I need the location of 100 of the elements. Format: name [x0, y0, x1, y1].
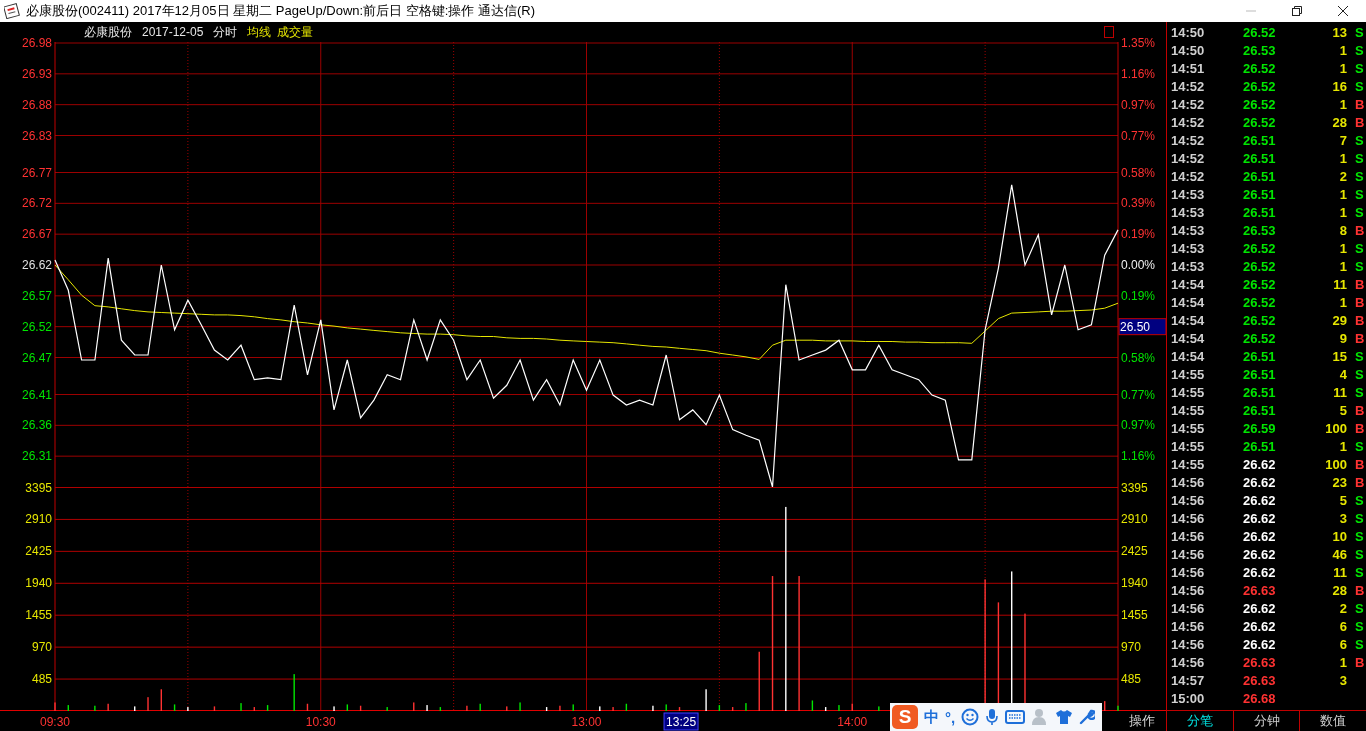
- tick-price: 26.52: [1243, 294, 1277, 310]
- axis-label: 26.67: [21, 227, 52, 242]
- ime-mode-toggle[interactable]: 中: [924, 707, 939, 727]
- tick-side: S: [1354, 258, 1365, 274]
- keyboard-icon[interactable]: [1005, 710, 1026, 724]
- close-icon: [1337, 5, 1349, 17]
- axis-label: 26.52: [21, 319, 52, 334]
- window-title: 必康股份(002411) 2017年12月05日 星期二 PageUp/Down:前后日 空格键:操作 通达信(R): [26, 2, 536, 20]
- axis-label: 1940: [25, 576, 52, 591]
- axis-label: 26.93: [21, 66, 52, 81]
- axis-label: 26.36: [21, 418, 52, 433]
- tick-price: 26.52: [1243, 330, 1277, 346]
- tick-volume: 10: [1331, 528, 1347, 544]
- volume-bar: [545, 707, 548, 711]
- tick-side: B: [1354, 96, 1366, 112]
- tick-side: B: [1354, 420, 1366, 436]
- tick-volume: 23: [1331, 474, 1347, 490]
- tick-side: B: [1354, 402, 1366, 418]
- axis-label: 1.16%: [1121, 449, 1156, 464]
- tick-price: 26.51: [1243, 132, 1277, 148]
- tick-time: 14:56: [1171, 528, 1206, 544]
- tick-side: S: [1354, 168, 1365, 184]
- tick-side: B: [1354, 276, 1366, 292]
- tick-price: 26.52: [1243, 276, 1277, 292]
- tick-volume: 9: [1338, 330, 1347, 346]
- axis-label: 1455: [25, 608, 52, 623]
- axis-label: 26.47: [21, 350, 52, 365]
- tick-side: S: [1354, 42, 1365, 58]
- tick-time: 14:52: [1171, 168, 1206, 184]
- smiley-icon[interactable]: [961, 708, 980, 726]
- stock-name: 必康股份: [84, 23, 132, 41]
- tick-side: S: [1354, 78, 1365, 94]
- chart-date: 2017-12-05: [142, 25, 204, 39]
- tick-volume: 28: [1331, 114, 1347, 130]
- axis-label: 0.97%: [1121, 97, 1156, 112]
- tick-volume: 7: [1338, 132, 1347, 148]
- tick-time: 14:52: [1171, 96, 1206, 112]
- punctuation-toggle[interactable]: °,: [945, 708, 956, 726]
- axis-label: 2425: [1121, 544, 1148, 559]
- tick-price: 26.52: [1243, 240, 1277, 256]
- tick-time: 14:55: [1171, 438, 1206, 454]
- tick-side: B: [1354, 474, 1366, 490]
- tick-price: 26.51: [1243, 204, 1277, 220]
- tick-volume: 3: [1338, 510, 1347, 526]
- axis-label: 2910: [25, 512, 52, 527]
- tick-volume: 1: [1338, 150, 1347, 166]
- tick-volume: 100: [1324, 420, 1347, 436]
- axis-label: 0.97%: [1121, 418, 1156, 433]
- tick-price: 26.52: [1243, 96, 1277, 112]
- tick-time: 15:00: [1171, 690, 1206, 706]
- shirt-icon[interactable]: [1055, 709, 1074, 725]
- axis-label: 1940: [1121, 576, 1148, 591]
- axis-label: 970: [1121, 640, 1142, 655]
- axis-label: 26.41: [21, 387, 52, 402]
- tick-volume: 5: [1338, 492, 1347, 508]
- tick-time: 14:56: [1171, 600, 1206, 616]
- volume-bar: [346, 704, 349, 711]
- tick-time: 14:52: [1171, 114, 1206, 130]
- tick-volume: 3: [1338, 672, 1347, 688]
- axis-label: 26.31: [21, 449, 52, 464]
- tick-side: S: [1354, 492, 1365, 508]
- microphone-icon[interactable]: [985, 708, 1000, 726]
- tick-price: 26.51: [1243, 348, 1277, 364]
- toggle-square-icon[interactable]: [1104, 26, 1114, 38]
- tick-volume: 1: [1338, 438, 1347, 454]
- axis-label: 0.39%: [1121, 196, 1156, 211]
- tick-volume: 100: [1324, 456, 1347, 472]
- axis-label: 485: [31, 672, 52, 687]
- axis-label: 1455: [1121, 608, 1148, 623]
- tick-volume: 11: [1332, 384, 1347, 400]
- tick-time: 14:54: [1171, 276, 1206, 292]
- tick-price: 26.53: [1243, 42, 1277, 58]
- tick-price: 26.52: [1243, 114, 1277, 130]
- tick-side: S: [1354, 384, 1365, 400]
- tick-price: 26.63: [1243, 582, 1277, 598]
- tick-side: S: [1354, 564, 1365, 580]
- indicator-label[interactable]: 均线: [247, 23, 272, 41]
- tick-price: 26.62: [1243, 546, 1277, 562]
- tick-volume: 1: [1338, 186, 1347, 202]
- tick-time: 14:56: [1171, 510, 1206, 526]
- tick-volume: 1: [1338, 240, 1347, 256]
- axis-label: 970: [31, 640, 52, 655]
- axis-label: 13:00: [571, 715, 602, 729]
- axis-label: 26.57: [21, 288, 52, 303]
- tick-volume: 5: [1338, 402, 1347, 418]
- axis-label: 0.19%: [1121, 288, 1156, 303]
- tick-time: 14:54: [1171, 330, 1206, 346]
- indicator-label[interactable]: 成交量: [277, 23, 314, 41]
- axis-label: 485: [1121, 672, 1142, 687]
- axis-label: 0.77%: [1121, 387, 1156, 402]
- volume-bar: [359, 705, 362, 711]
- tick-price: 26.62: [1243, 618, 1277, 634]
- tick-volume: 1: [1338, 654, 1347, 670]
- tick-volume: 46: [1331, 546, 1347, 562]
- volume-bar: [678, 707, 681, 711]
- tick-side: S: [1354, 132, 1365, 148]
- wrench-icon[interactable]: [1079, 709, 1096, 725]
- tick-time: 14:55: [1171, 420, 1206, 436]
- volume-bar: [731, 707, 734, 711]
- restore-icon: [1291, 5, 1303, 17]
